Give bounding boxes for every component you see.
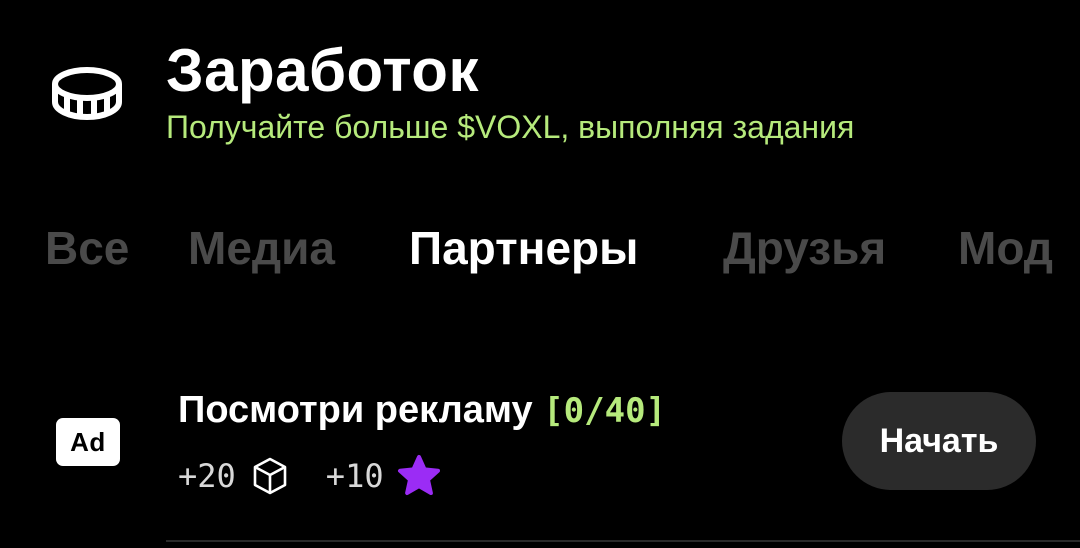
tab-partners[interactable]: Партнеры xyxy=(409,220,638,276)
page-subtitle: Получайте больше $VOXL, выполняя задания xyxy=(166,109,855,145)
task-row-watch-ad: Ad Посмотри рекламу [0/40] +20 +10 Начат… xyxy=(0,370,1080,548)
tab-friends[interactable]: Друзья xyxy=(723,220,886,276)
cube-icon xyxy=(253,457,287,495)
reward-cube-value: +20 xyxy=(178,457,236,495)
star-icon xyxy=(397,455,440,495)
task-title: Посмотри рекламу [0/40] xyxy=(178,386,666,435)
task-progress: [0/40] xyxy=(543,391,667,431)
task-title-text: Посмотри рекламу xyxy=(178,389,544,431)
category-tabs: Все Медиа Партнеры Друзья Мод xyxy=(0,210,1080,286)
page-title: Заработок xyxy=(166,37,479,104)
page-header: Заработок Получайте больше $VOXL, выполн… xyxy=(0,0,1080,170)
tab-mod[interactable]: Мод xyxy=(958,220,1053,276)
coin-icon xyxy=(52,67,122,120)
ad-icon: Ad xyxy=(56,418,120,466)
reward-star-value: +10 xyxy=(325,457,384,495)
row-divider xyxy=(166,540,1080,542)
tab-media[interactable]: Медиа xyxy=(188,220,335,276)
tab-all[interactable]: Все xyxy=(45,220,129,276)
task-rewards: +20 +10 xyxy=(178,452,442,500)
start-button[interactable]: Начать xyxy=(842,392,1036,490)
